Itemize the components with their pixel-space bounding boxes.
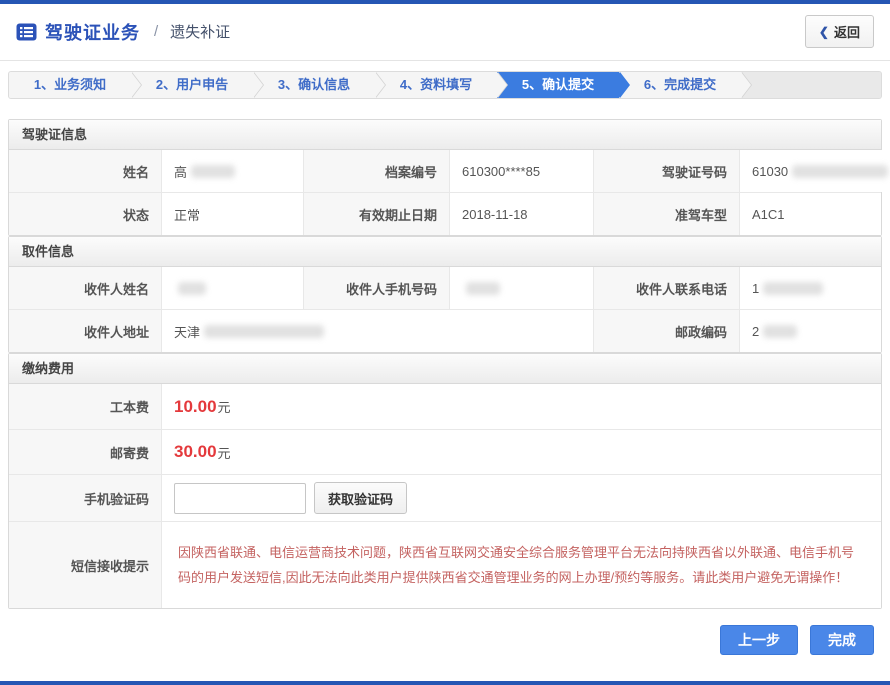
get-captcha-button[interactable]: 获取验证码: [314, 482, 407, 514]
value-name: 高: [161, 150, 303, 192]
page-header: 驾驶证业务 / 遗失补证 ❮ 返回: [0, 4, 890, 61]
redacted-value: [792, 165, 888, 178]
mail-fee-amount: 30.00: [174, 442, 217, 462]
step-4-fill-data: 4、资料填写: [375, 72, 497, 98]
step-wizard: 1、业务须知 2、用户申告 3、确认信息 4、资料填写 5、确认提交 6、完成提…: [8, 71, 882, 99]
label-vehicle-class: 准驾车型: [593, 193, 739, 235]
captcha-cell: 获取验证码: [161, 475, 881, 521]
value-license-number: 61030: [739, 150, 890, 192]
step-5-confirm-submit-active: 5、确认提交: [497, 72, 619, 98]
redacted-value: [178, 282, 206, 295]
label-work-fee: 工本费: [9, 384, 161, 429]
footer-actions: 上一步 完成: [8, 609, 882, 655]
section-license-info: 驾驶证信息 姓名 高 档案编号 610300****85 驾驶证号码 61030…: [8, 119, 882, 236]
redacted-value: [763, 282, 823, 295]
back-button-label: 返回: [834, 22, 860, 41]
value-status: 正常: [161, 193, 303, 235]
section-pickup-title: 取件信息: [9, 237, 881, 267]
label-mail-fee: 邮寄费: [9, 430, 161, 474]
label-recipient-name: 收件人姓名: [9, 267, 161, 309]
label-recipient-address: 收件人地址: [9, 310, 161, 352]
content: 1、业务须知 2、用户申告 3、确认信息 4、资料填写 5、确认提交 6、完成提…: [0, 71, 890, 655]
currency-unit: 元: [218, 443, 231, 462]
value-recipient-name: [161, 267, 303, 309]
section-fees-title: 缴纳费用: [9, 354, 881, 384]
redacted-value: [191, 165, 235, 178]
redacted-value: [466, 282, 500, 295]
value-expiry-date: 2018-11-18: [449, 193, 593, 235]
section-pickup-info: 取件信息 收件人姓名 收件人手机号码 收件人联系电话 1 收件人地址 天津: [8, 236, 882, 353]
value-postal-code: 2: [739, 310, 881, 352]
value-work-fee: 10.00 元: [161, 384, 881, 429]
value-recipient-address: 天津: [161, 310, 593, 352]
table-row: 短信接收提示 因陕西省联通、电信运营商技术问题，陕西省互联网交通安全综合服务管理…: [9, 521, 881, 608]
step-6-complete-submit: 6、完成提交: [619, 72, 741, 98]
label-license-number: 驾驶证号码: [593, 150, 739, 192]
table-row: 收件人地址 天津 邮政编码 2: [9, 309, 881, 352]
value-mail-fee: 30.00 元: [161, 430, 881, 474]
section-license-title: 驾驶证信息: [9, 120, 881, 150]
label-status: 状态: [9, 193, 161, 235]
sms-notice-cell: 因陕西省联通、电信运营商技术问题，陕西省互联网交通安全综合服务管理平台无法向持陕…: [161, 522, 881, 608]
table-row: 手机验证码 获取验证码: [9, 474, 881, 521]
redacted-value: [763, 325, 797, 338]
table-row: 收件人姓名 收件人手机号码 收件人联系电话 1: [9, 267, 881, 309]
step-1-business-notice: 1、业务须知: [9, 72, 131, 98]
table-row: 姓名 高 档案编号 610300****85 驾驶证号码 61030: [9, 150, 881, 192]
label-sms-notice: 短信接收提示: [9, 522, 161, 608]
finish-button[interactable]: 完成: [810, 625, 874, 655]
table-row: 邮寄费 30.00 元: [9, 429, 881, 474]
step-3-confirm-info: 3、确认信息: [253, 72, 375, 98]
previous-step-button[interactable]: 上一步: [720, 625, 798, 655]
page-title: 驾驶证业务: [45, 19, 140, 45]
sms-captcha-input[interactable]: [174, 483, 306, 514]
label-name: 姓名: [9, 150, 161, 192]
label-postal-code: 邮政编码: [593, 310, 739, 352]
value-recipient-phone: 1: [739, 267, 881, 309]
back-button[interactable]: ❮ 返回: [805, 15, 874, 48]
label-expiry-date: 有效期止日期: [303, 193, 449, 235]
table-row: 状态 正常 有效期止日期 2018-11-18 准驾车型 A1C1: [9, 192, 881, 235]
value-vehicle-class: A1C1: [739, 193, 881, 235]
breadcrumb: 驾驶证业务 / 遗失补证: [16, 19, 230, 45]
section-fees: 缴纳费用 工本费 10.00 元 邮寄费 30.00 元 手机验证码: [8, 353, 882, 609]
value-file-number: 610300****85: [449, 150, 593, 192]
page-subtitle: 遗失补证: [170, 21, 230, 42]
page: 驾驶证业务 / 遗失补证 ❮ 返回 1、业务须知 2、用户申告 3、确认信息 4…: [0, 0, 890, 685]
redacted-value: [204, 325, 324, 338]
label-recipient-mobile: 收件人手机号码: [303, 267, 449, 309]
chevron-left-icon: ❮: [819, 25, 829, 39]
value-recipient-mobile: [449, 267, 593, 309]
label-sms-captcha: 手机验证码: [9, 475, 161, 521]
label-recipient-phone: 收件人联系电话: [593, 267, 739, 309]
table-row: 工本费 10.00 元: [9, 384, 881, 429]
currency-unit: 元: [218, 397, 231, 416]
license-menu-icon: [16, 23, 37, 41]
label-file-number: 档案编号: [303, 150, 449, 192]
breadcrumb-separator: /: [154, 23, 158, 40]
work-fee-amount: 10.00: [174, 397, 217, 417]
sms-notice-text: 因陕西省联通、电信运营商技术问题，陕西省互联网交通安全综合服务管理平台无法向持陕…: [174, 528, 869, 602]
step-2-user-declaration: 2、用户申告: [131, 72, 253, 98]
step-wizard-tail: [741, 72, 881, 98]
